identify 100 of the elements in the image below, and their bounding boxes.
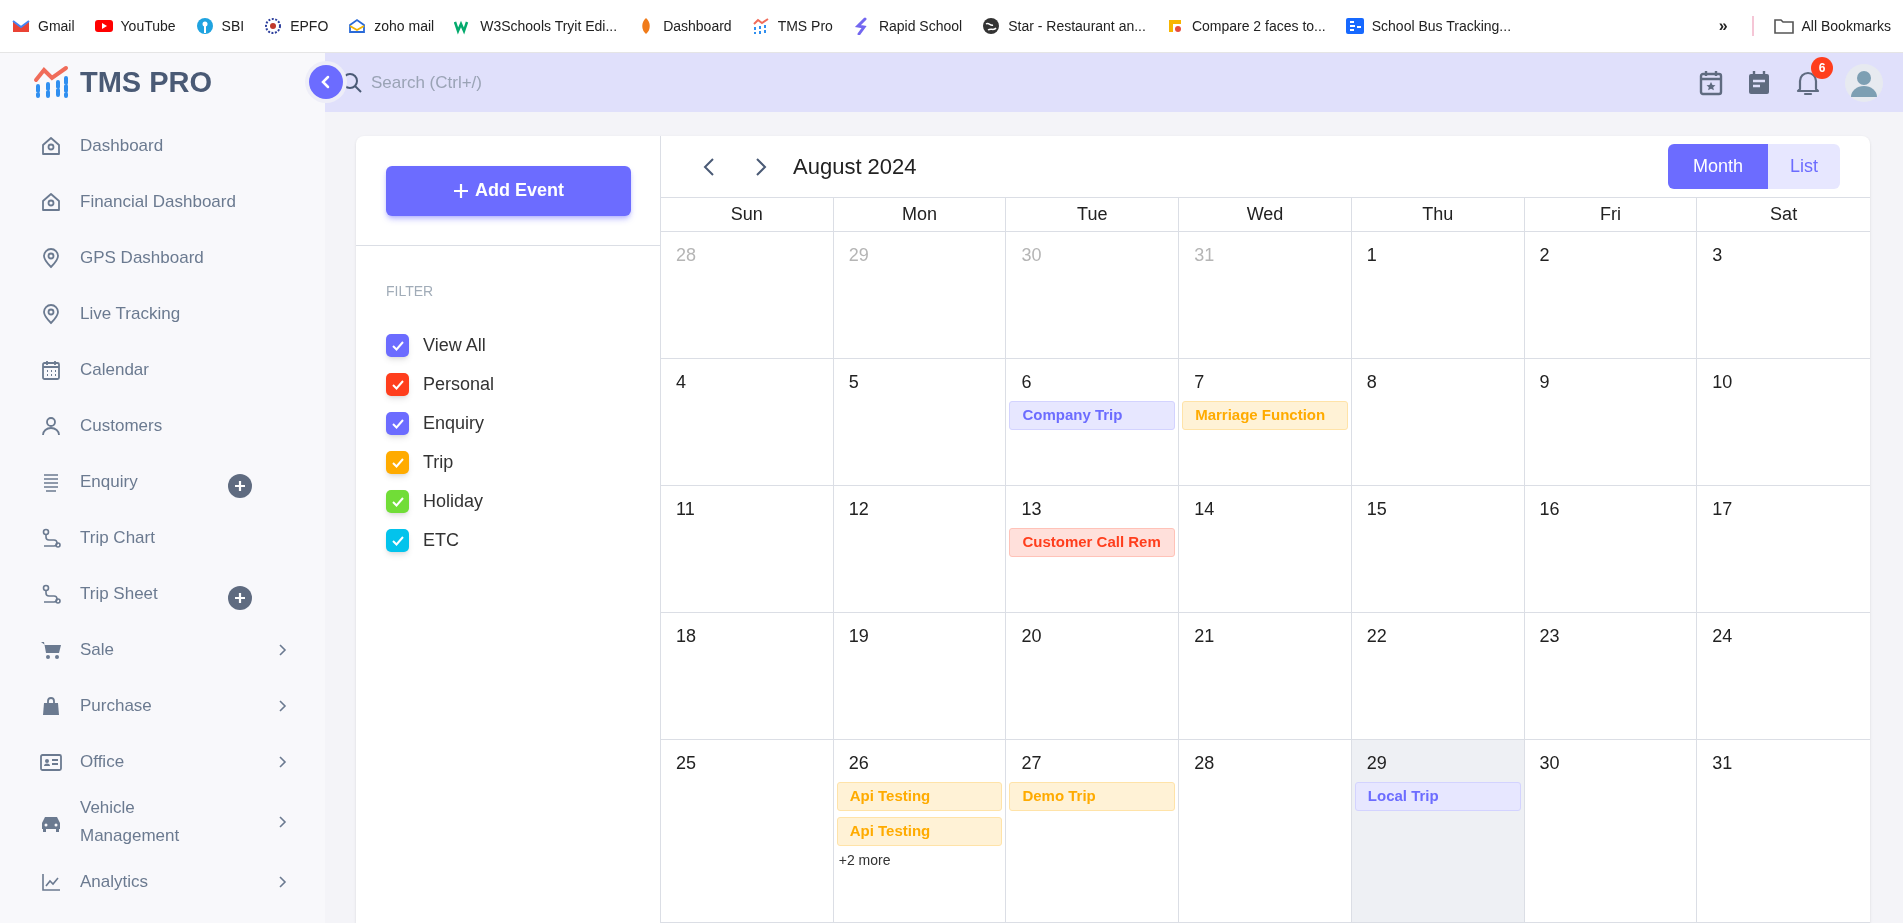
- notepad-icon[interactable]: [1747, 69, 1771, 96]
- play-icon: [94, 17, 113, 35]
- bookmark-link[interactable]: TMS Pro: [751, 15, 833, 37]
- day-number: 25: [676, 752, 697, 774]
- sidebar-item[interactable]: Customers: [0, 398, 325, 454]
- sidebar-item[interactable]: Analytics: [0, 854, 325, 910]
- map-pin-icon: [40, 247, 62, 269]
- bookmark-link[interactable]: School Bus Tracking...: [1345, 15, 1512, 37]
- sidebar-item[interactable]: Financial Dashboard: [0, 174, 325, 230]
- more-bookmarks-button[interactable]: »: [1714, 14, 1732, 38]
- day-cell[interactable]: 6 Company Trip: [1006, 359, 1180, 485]
- chevron-right-icon: [278, 699, 288, 713]
- day-number: 3: [1712, 244, 1723, 266]
- day-number: 11: [676, 498, 695, 520]
- bookmark-link[interactable]: Compare 2 faces to...: [1165, 15, 1326, 37]
- day-number: 6: [1021, 371, 1032, 393]
- chevron-right-icon: [278, 643, 288, 657]
- bookmark-link[interactable]: zoho mail: [348, 15, 435, 37]
- day-number: 20: [1021, 625, 1042, 647]
- day-number: 2: [1539, 244, 1550, 266]
- day-number: 10: [1712, 371, 1733, 393]
- map-pin-icon: [40, 303, 62, 325]
- checkbox[interactable]: [386, 412, 409, 435]
- cart-icon: [40, 639, 62, 661]
- bookmark-link[interactable]: Gmail: [12, 15, 75, 37]
- bookmark-link[interactable]: Rapid School: [852, 15, 963, 37]
- day-cell[interactable]: 7 Marriage Function: [1179, 359, 1352, 485]
- bookmark-link[interactable]: EPFO: [264, 15, 329, 37]
- day-number: 31: [1194, 244, 1215, 266]
- day-number: 31: [1712, 752, 1733, 774]
- filter-label[interactable]: Personal: [423, 371, 495, 398]
- avatar-icon[interactable]: [1845, 63, 1883, 102]
- line-chart-icon: [40, 871, 62, 893]
- checkbox[interactable]: [386, 334, 409, 357]
- chevron-right-icon: [278, 815, 288, 829]
- day-number: 30: [1539, 752, 1560, 774]
- day-number: 8: [1366, 371, 1377, 393]
- day-number: 29: [848, 244, 869, 266]
- sidebar-item[interactable]: Purchase: [0, 678, 325, 734]
- filter-label[interactable]: Trip: [423, 449, 454, 476]
- weekday-label: Sun: [730, 203, 763, 226]
- bookmark-link[interactable]: YouTube: [94, 15, 176, 37]
- day-number: 29: [1366, 752, 1387, 774]
- bookmark-link[interactable]: Dashboard: [637, 15, 732, 37]
- bookmark-link[interactable]: W3Schools Tryit Edi...: [454, 15, 618, 37]
- envelope-icon: [348, 17, 367, 35]
- route-icon: [40, 527, 62, 549]
- weekday-label: Tue: [1077, 203, 1108, 226]
- sidebar-item[interactable]: Calendar: [0, 342, 325, 398]
- house-icon: [40, 135, 62, 157]
- more-events-link[interactable]: +2 more: [838, 850, 891, 871]
- sidebar-item[interactable]: Sale: [0, 622, 325, 678]
- filter-heading: FILTER: [386, 282, 435, 301]
- checkbox[interactable]: [386, 490, 409, 513]
- bag-icon: [40, 695, 62, 717]
- square-logo-icon: [1345, 17, 1364, 35]
- day-number: 19: [848, 625, 869, 647]
- day-number: 1: [1366, 244, 1377, 266]
- sidebar-item[interactable]: GPS Dashboard: [0, 230, 325, 286]
- day-cell[interactable]: 29 Local Trip: [1351, 740, 1525, 922]
- house-icon: [40, 191, 62, 213]
- add-icon[interactable]: [228, 474, 252, 498]
- filter-label[interactable]: ETC: [423, 527, 459, 554]
- add-event-button[interactable]: Add Event: [386, 165, 631, 216]
- view-tab[interactable]: Month: [1667, 144, 1768, 189]
- sidebar-item[interactable]: Dashboard: [0, 118, 325, 174]
- checkbox[interactable]: [386, 451, 409, 474]
- sidebar-item[interactable]: Vehicle Management: [0, 790, 325, 854]
- chevron-left-icon: [703, 156, 715, 177]
- checkbox[interactable]: [386, 529, 409, 552]
- sidebar-item[interactable]: Enquiry: [0, 454, 325, 510]
- all-bookmarks-link[interactable]: All Bookmarks: [1773, 15, 1891, 37]
- weekday-label: Sat: [1770, 203, 1798, 226]
- checkbox[interactable]: [386, 373, 409, 396]
- filter-label[interactable]: Holiday: [423, 488, 484, 515]
- day-number: 28: [676, 244, 697, 266]
- day-number: 16: [1539, 498, 1560, 520]
- weekday-label: Fri: [1599, 203, 1621, 226]
- chevron-right-icon: [278, 875, 288, 889]
- day-number: 13: [1021, 498, 1042, 520]
- month-title: August 2024: [793, 153, 917, 181]
- filter-label[interactable]: Enquiry: [423, 410, 485, 437]
- chevron-right-icon: [755, 156, 767, 177]
- sidebar-item[interactable]: Live Tracking: [0, 286, 325, 342]
- day-cell[interactable]: 13 Customer Call Rem: [1006, 486, 1180, 612]
- sidebar-item[interactable]: Office: [0, 734, 325, 790]
- day-cell[interactable]: 27 Demo Trip: [1006, 740, 1180, 922]
- keyhole-icon: [195, 17, 214, 35]
- seal-icon: [264, 17, 283, 35]
- sidebar-item[interactable]: Trip Chart: [0, 510, 325, 566]
- bookmark-link[interactable]: Star - Restaurant an...: [982, 15, 1146, 37]
- notification-badge: 6: [1811, 56, 1833, 79]
- chevron-right-icon: [278, 755, 288, 769]
- search-field[interactable]: Search (Ctrl+/): [371, 69, 671, 96]
- day-number: 28: [1194, 752, 1215, 774]
- sidebar-item[interactable]: Trip Sheet: [0, 566, 325, 622]
- bookmark-link[interactable]: SBI: [195, 15, 245, 37]
- day-number: 15: [1366, 498, 1387, 520]
- add-icon[interactable]: [228, 586, 252, 610]
- filter-label[interactable]: View All: [423, 332, 486, 359]
